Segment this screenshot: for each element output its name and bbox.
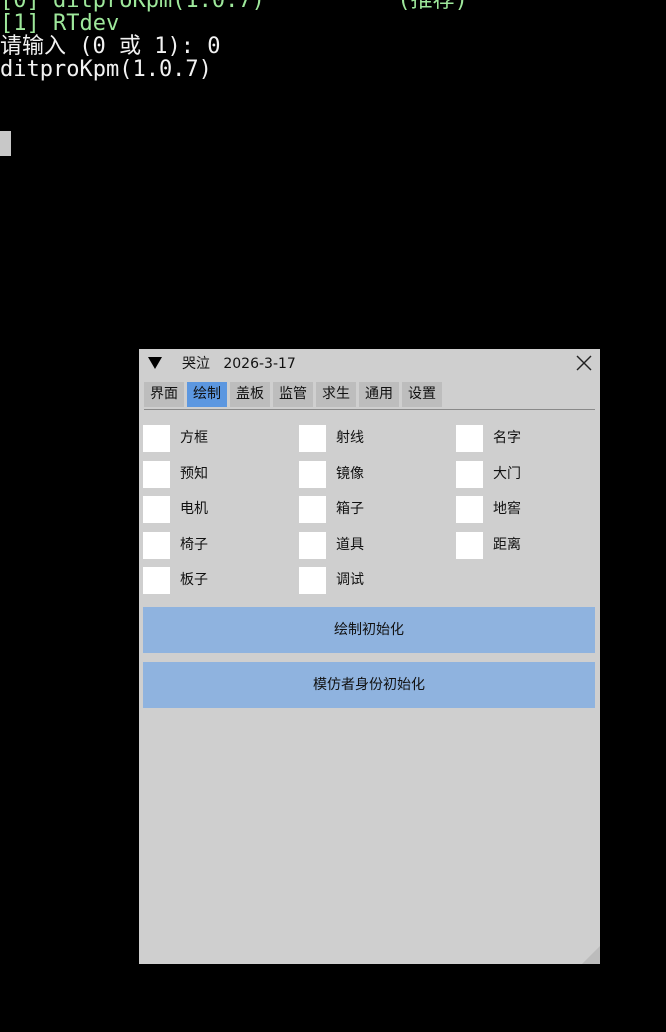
- tab-1[interactable]: 界面: [144, 382, 184, 407]
- tab-2[interactable]: 绘制: [187, 382, 227, 407]
- option-label: 调试: [336, 572, 364, 589]
- option-item[interactable]: 箱子: [299, 496, 439, 524]
- option-label: 地窖: [493, 501, 521, 518]
- option-checkbox[interactable]: [456, 460, 483, 488]
- option-checkbox[interactable]: [143, 425, 170, 452]
- tab-5[interactable]: 求生: [316, 382, 356, 407]
- tab-4[interactable]: 监管: [273, 382, 313, 407]
- option-label: 大门: [493, 465, 521, 482]
- window-titlebar[interactable]: 哭泣 2026-3-17: [139, 349, 600, 380]
- option-label: 距离: [493, 536, 521, 553]
- option-label: 镜像: [336, 465, 364, 482]
- option-item[interactable]: 名字: [456, 425, 596, 453]
- option-label: 方框: [180, 430, 208, 446]
- tab-7[interactable]: 设置: [402, 382, 442, 407]
- terminal-line: ditproKpm(1.0.7): [0, 57, 212, 82]
- terminal-line: 请输入 (0 或 1): 0: [0, 34, 221, 59]
- option-checkbox[interactable]: [143, 460, 170, 488]
- option-label: 板子: [180, 572, 208, 589]
- option-item[interactable]: 大门: [456, 460, 596, 489]
- menu-window[interactable]: 哭泣 2026-3-17 界面 绘制 盖板 监管 求生 通用 设置 方框 射线 名字预知 镜像 大门…: [139, 349, 600, 964]
- option-label: 预知: [180, 465, 208, 482]
- terminal-cursor: [0, 131, 11, 156]
- option-item[interactable]: 板子: [143, 567, 283, 595]
- tab-6[interactable]: 通用: [359, 382, 399, 407]
- terminal-output: [0] ditproKpm(1.0.7) (推荐) [1] RTdev 请输入 (0…: [0, 0, 666, 81]
- mimic-init-button[interactable]: 模仿者身份初始化: [143, 662, 595, 708]
- tab-divider: [144, 409, 595, 410]
- option-checkbox[interactable]: [143, 567, 170, 595]
- option-checkbox[interactable]: [456, 531, 483, 559]
- option-checkbox[interactable]: [143, 496, 170, 524]
- option-checkbox[interactable]: [143, 531, 170, 559]
- option-item[interactable]: 射线: [299, 425, 439, 453]
- option-item[interactable]: 镜像: [299, 460, 439, 489]
- option-checkbox[interactable]: [299, 460, 326, 488]
- option-item[interactable]: 道具: [299, 531, 439, 560]
- option-checkbox[interactable]: [456, 496, 483, 524]
- option-item[interactable]: 椅子: [143, 531, 283, 560]
- option-item[interactable]: 地窖: [456, 496, 596, 524]
- option-checkbox[interactable]: [456, 425, 483, 452]
- tab-bar: 界面 绘制 盖板 监管 求生 通用 设置: [144, 382, 442, 408]
- option-label: 椅子: [180, 536, 208, 553]
- window-title: 哭泣 2026-3-17: [182, 356, 296, 372]
- option-label: 射线: [336, 430, 364, 446]
- resize-grip-icon[interactable]: [580, 944, 600, 964]
- option-checkbox[interactable]: [299, 531, 326, 559]
- option-label: 箱子: [336, 501, 364, 518]
- option-checkbox[interactable]: [299, 425, 326, 452]
- option-item[interactable]: 方框: [143, 425, 283, 453]
- close-icon[interactable]: [576, 355, 592, 371]
- option-label: 电机: [180, 501, 208, 518]
- option-checkbox[interactable]: [299, 496, 326, 524]
- terminal-line: [1] RTdev: [0, 11, 120, 36]
- option-checkbox[interactable]: [299, 567, 326, 595]
- option-label: 名字: [493, 430, 521, 446]
- option-item[interactable]: 预知: [143, 460, 283, 489]
- draw-init-button[interactable]: 绘制初始化: [143, 607, 595, 653]
- option-label: 道具: [336, 536, 364, 553]
- option-item[interactable]: 电机: [143, 496, 283, 524]
- option-item[interactable]: 距离: [456, 531, 596, 560]
- triangle-down-icon[interactable]: [148, 356, 162, 370]
- tab-3[interactable]: 盖板: [230, 382, 270, 407]
- option-item[interactable]: 调试: [299, 567, 439, 595]
